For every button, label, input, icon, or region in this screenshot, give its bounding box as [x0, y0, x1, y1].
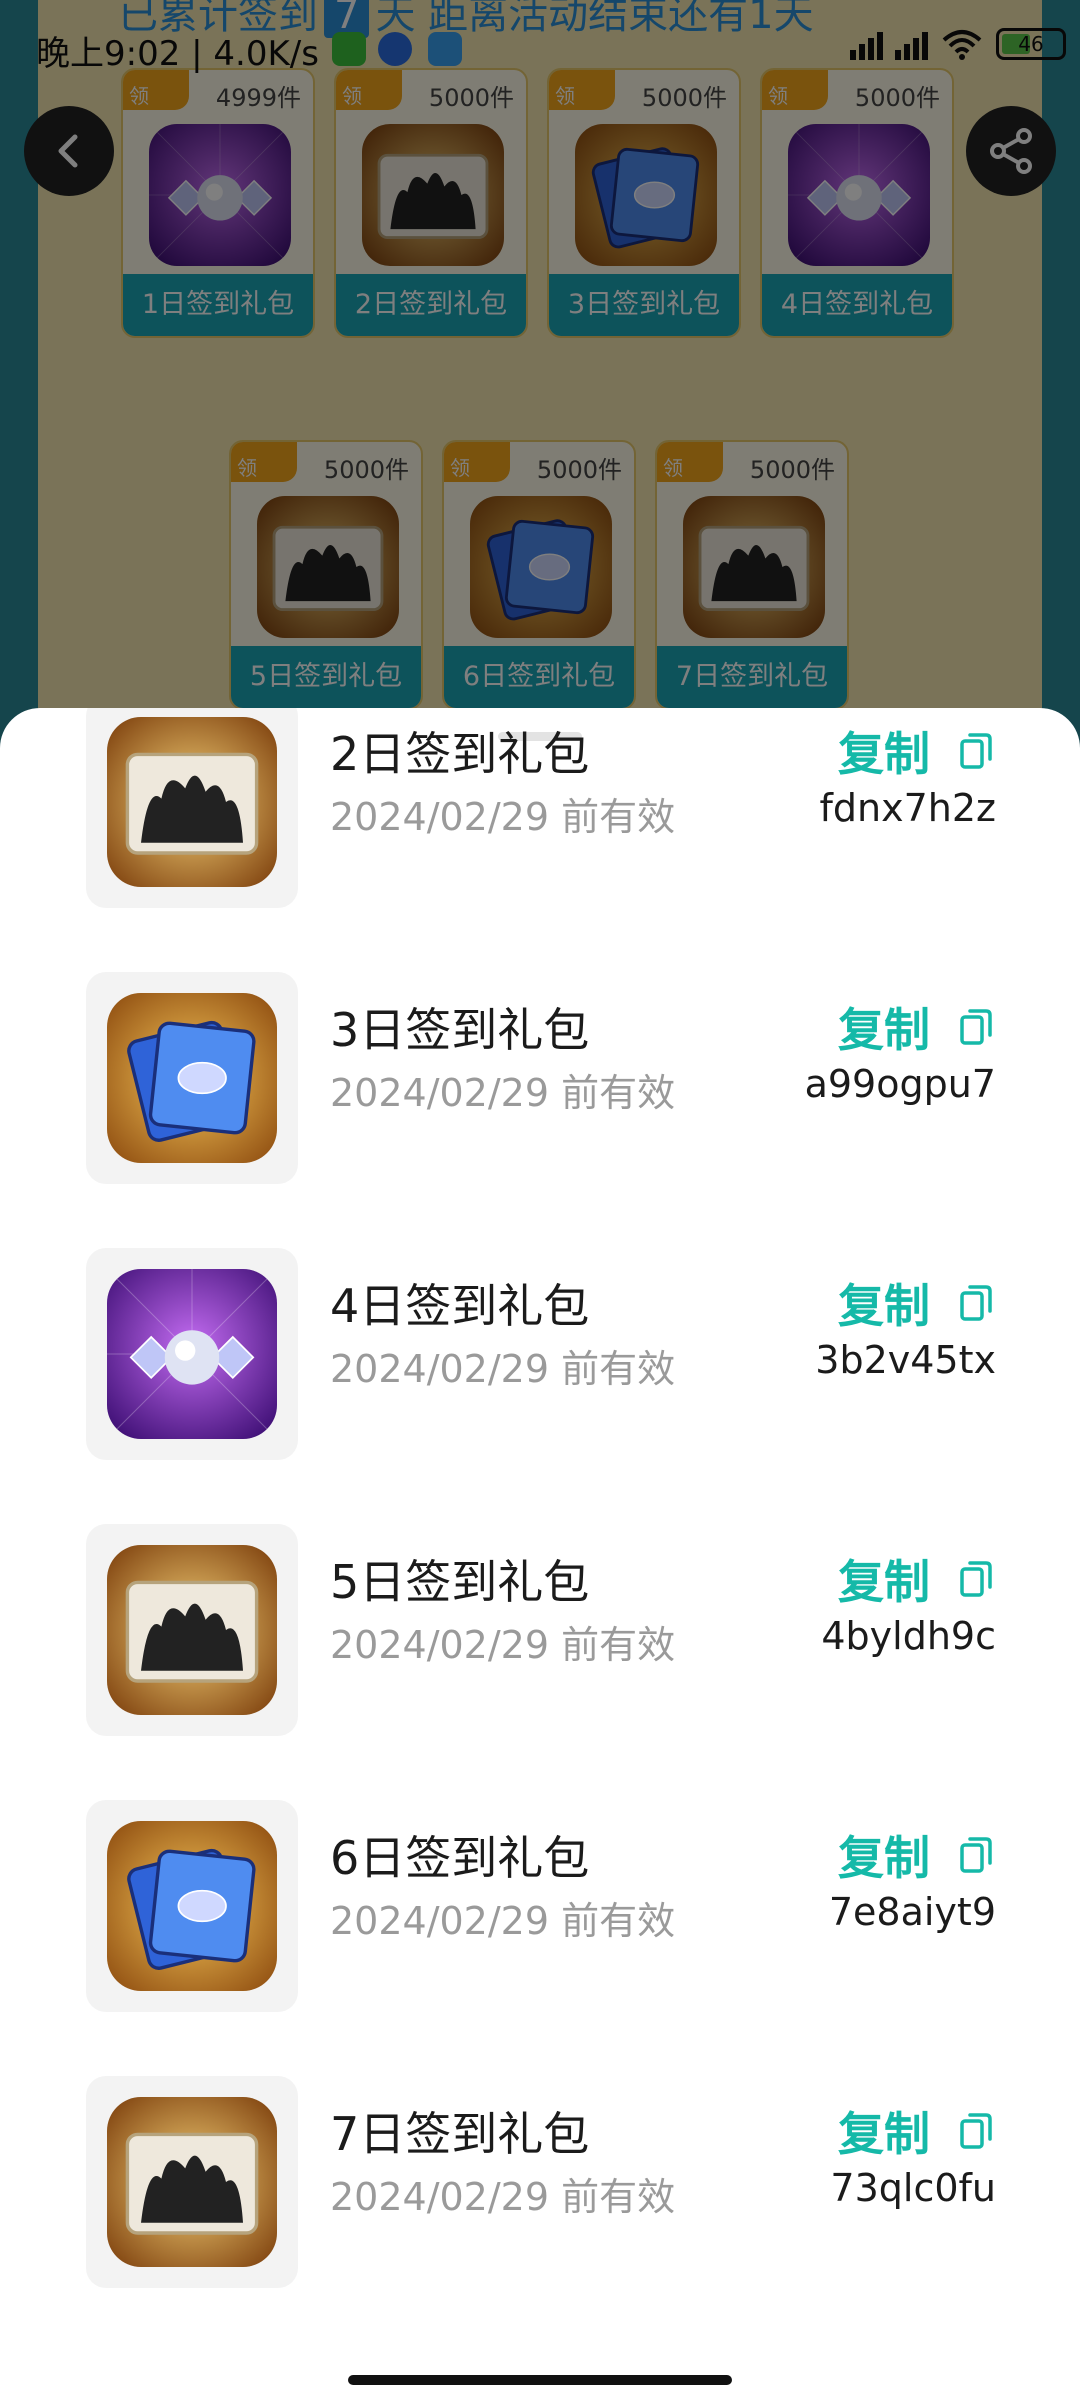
gift-validity: 2024/02/29 前有效: [330, 1071, 676, 1115]
copy-label: 复制: [838, 1831, 930, 1885]
gift-icon-box: [86, 972, 298, 1184]
voucher-icon: [107, 993, 277, 1163]
gift-icon-box: [86, 2076, 298, 2288]
copy-icon: [960, 1561, 992, 1597]
gift-code[interactable]: a99ogpu7: [805, 1062, 996, 1106]
gift-code-row: 6日签到礼包 2024/02/29 前有效 复制 7e8aiyt9: [0, 1800, 1080, 2076]
gift-code-row: 5日签到礼包 2024/02/29 前有效 复制 4byldh9c: [0, 1524, 1080, 1800]
gift-code-sheet: 2日签到礼包 2024/02/29 前有效 复制 fdnx7h2z 3日签到礼包 2024…: [0, 708, 1080, 2401]
star-diamond-icon: [107, 1269, 277, 1439]
copy-button[interactable]: 复制: [838, 1822, 996, 1888]
gift-code-row: 3日签到礼包 2024/02/29 前有效 复制 a99ogpu7: [0, 972, 1080, 1248]
banquet-invitation-icon: [107, 1545, 277, 1715]
gift-code-row: 4日签到礼包 2024/02/29 前有效 复制 3b2v45tx: [0, 1248, 1080, 1524]
gift-icon-box: [86, 1800, 298, 2012]
gift-validity: 2024/02/29 前有效: [330, 1899, 676, 1943]
copy-icon: [960, 2113, 992, 2149]
gift-code[interactable]: 4byldh9c: [821, 1614, 996, 1658]
gift-title: 6日签到礼包: [330, 1831, 590, 1885]
gift-code[interactable]: 73qlc0fu: [830, 2166, 996, 2210]
banquet-invitation-icon: [107, 717, 277, 887]
gift-title: 3日签到礼包: [330, 1003, 590, 1057]
banquet-invitation-icon: [107, 2097, 277, 2267]
gift-title: 5日签到礼包: [330, 1555, 590, 1609]
copy-button[interactable]: 复制: [838, 1546, 996, 1612]
voucher-icon: [107, 1821, 277, 1991]
gift-icon-box: [86, 1248, 298, 1460]
gift-validity: 2024/02/29 前有效: [330, 2175, 676, 2219]
gift-validity: 2024/02/29 前有效: [330, 1623, 676, 1667]
copy-icon: [960, 1837, 992, 1873]
copy-label: 复制: [838, 1555, 930, 1609]
gift-code-row: 7日签到礼包 2024/02/29 前有效 复制 73qlc0fu: [0, 2076, 1080, 2352]
copy-label: 复制: [838, 2107, 930, 2161]
gift-validity: 2024/02/29 前有效: [330, 1347, 676, 1391]
copy-label: 复制: [838, 727, 930, 781]
gift-icon-box: [86, 1524, 298, 1736]
copy-button[interactable]: 复制: [838, 1270, 996, 1336]
gift-code-list: 2日签到礼包 2024/02/29 前有效 复制 fdnx7h2z 3日签到礼包 2024…: [0, 708, 1080, 2352]
copy-button[interactable]: 复制: [838, 2098, 996, 2164]
gift-code[interactable]: 3b2v45tx: [815, 1338, 996, 1382]
gift-title: 7日签到礼包: [330, 2107, 590, 2161]
copy-label: 复制: [838, 1279, 930, 1333]
copy-icon: [960, 1285, 992, 1321]
gift-icon-box: [86, 708, 298, 908]
copy-icon: [960, 733, 992, 769]
copy-icon: [960, 1009, 992, 1045]
copy-label: 复制: [838, 1003, 930, 1057]
gift-code-row: 2日签到礼包 2024/02/29 前有效 复制 fdnx7h2z: [0, 708, 1080, 972]
gift-code[interactable]: 7e8aiyt9: [829, 1890, 996, 1934]
gift-validity: 2024/02/29 前有效: [330, 795, 676, 839]
copy-button[interactable]: 复制: [838, 718, 996, 784]
home-indicator[interactable]: [348, 2375, 732, 2385]
copy-button[interactable]: 复制: [838, 994, 996, 1060]
gift-title: 2日签到礼包: [330, 727, 590, 781]
gift-title: 4日签到礼包: [330, 1279, 590, 1333]
gift-code[interactable]: fdnx7h2z: [820, 786, 996, 830]
